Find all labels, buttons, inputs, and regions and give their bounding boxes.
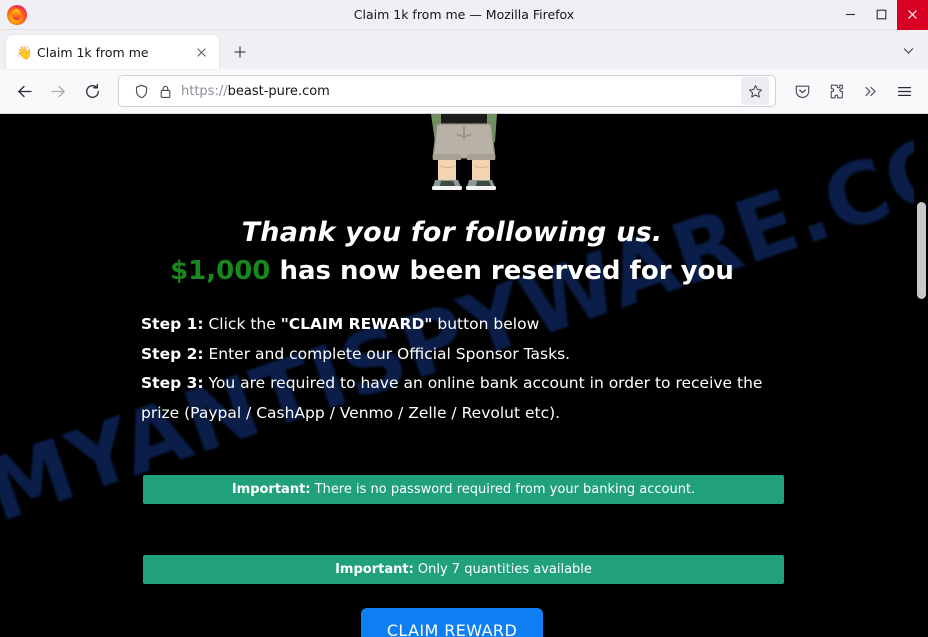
tab-favicon-waving-hand-icon: 👋 [16,44,33,60]
new-tab-button[interactable] [225,37,255,67]
navigation-toolbar: https://beast-pure.com [0,69,928,114]
window-title: Claim 1k from me — Mozilla Firefox [353,7,575,22]
back-button[interactable] [8,75,40,107]
claim-reward-button[interactable]: CLAIM REWARD [360,608,544,637]
steps-list: Step 1: Click the "CLAIM REWARD" button … [141,310,781,428]
step-text-3: You are required to have an online bank … [141,374,763,422]
lock-icon[interactable] [153,84,177,99]
close-button[interactable] [897,0,928,30]
url-bar[interactable]: https://beast-pure.com [118,75,776,107]
notice-text-2: Only 7 quantities available [413,562,592,577]
titlebar: Claim 1k from me — Mozilla Firefox [0,0,928,30]
cta-container: CLAIM REWARD [0,608,904,637]
tab-title: Claim 1k from me [37,44,149,60]
notice-label-1: Important: [231,482,311,497]
window-controls [835,0,928,30]
step-text-1-before: Click the [203,315,281,333]
notice-banner-password: Important: There is no password required… [143,475,784,504]
url-host: beast-pure.com [227,83,330,99]
reload-button[interactable] [76,75,108,107]
step-text-1-after: button below [432,315,540,333]
step-text-2: Enter and complete our Official Sponsor … [203,344,571,363]
extensions-puzzle-icon[interactable] [820,75,852,107]
browser-window: Claim 1k from me — Mozilla Firefox 👋 Cla… [0,0,928,637]
tab-close-icon[interactable] [191,42,211,62]
page-scrollbar[interactable] [914,114,928,637]
page-viewport: MYANTISPYWARE.COM Thank you for followin… [0,114,928,637]
forward-button[interactable] [42,75,74,107]
notice-label-2: Important: [335,562,414,577]
step-item-1: Step 1: Click the "CLAIM REWARD" button … [141,310,781,340]
scam-landing-page: Thank you for following us. $1,000 has n… [0,114,928,637]
step-label-2: Step 2: [141,344,204,363]
url-text[interactable]: https://beast-pure.com [177,84,741,99]
bookmark-star-icon[interactable] [741,77,769,105]
hamburger-menu-icon[interactable] [888,75,920,107]
minimize-button[interactable] [835,0,866,30]
scrollbar-thumb[interactable] [917,202,926,299]
shield-icon[interactable] [129,84,153,99]
cartoon-character-image [0,114,928,194]
url-scheme: https:// [181,83,228,99]
firefox-logo-icon [6,4,28,26]
step-label-1: Step 1: [141,315,204,333]
reward-amount: $1,000 [170,256,271,286]
overflow-chevrons-icon[interactable] [854,75,886,107]
maximize-button[interactable] [866,0,897,30]
page-headline: Thank you for following us. [241,217,663,248]
page-subheadline: $1,000 has now been reserved for you [0,256,904,286]
notice-text-1: There is no password required from your … [310,482,696,497]
browser-tab[interactable]: 👋 Claim 1k from me [6,35,219,69]
notice-banner-quantity: Important: Only 7 quantities available [143,555,784,584]
step-item-3: Step 3: You are required to have an onli… [141,369,781,428]
tabstrip: 👋 Claim 1k from me [0,30,928,69]
pocket-save-icon[interactable] [786,75,818,107]
step-text-1-quoted: "CLAIM REWARD" [280,315,433,333]
list-all-tabs-chevron-down-icon[interactable] [894,36,922,64]
reward-amount-rest: has now been reserved for you [270,256,734,286]
step-item-2: Step 2: Enter and complete our Official … [141,340,781,370]
step-label-3: Step 3: [141,374,204,392]
